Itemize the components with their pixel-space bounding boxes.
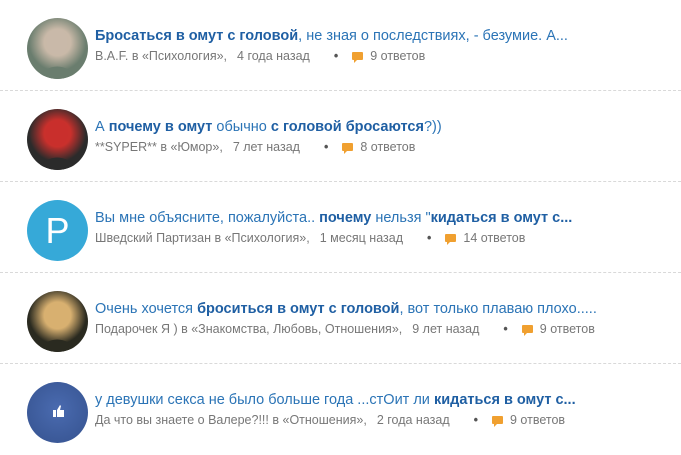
- question-meta: B.A.F. в «Психология», 4 года назад • 9 отв…: [95, 49, 425, 63]
- like-avatar-icon: [27, 382, 88, 443]
- user-photo-icon: [27, 18, 88, 79]
- title-highlight: кидаться в омут с...: [433, 392, 576, 408]
- category-link[interactable]: в «Знакомства, Любовь, Отношения»,: [181, 322, 402, 336]
- title-highlight: почему: [319, 210, 372, 226]
- question-title-link[interactable]: Очень хочется броситься в омут с головой…: [95, 300, 670, 318]
- question-meta: Шведский Партизан в «Психология», 1 месяц…: [95, 231, 525, 245]
- comment-icon: [342, 143, 354, 154]
- answers-count-link[interactable]: 14 ответов: [463, 231, 525, 245]
- question-meta: Подарочек Я ) в «Знакомства, Любовь, Отн…: [95, 322, 595, 336]
- question-meta: Да что вы знаете о Валере?!!! в «Отношен…: [95, 413, 565, 427]
- question-meta: **SYPER** в «Юмор», 7 лет назад • 8 ответов: [95, 140, 415, 154]
- timestamp: 1 месяц назад: [319, 231, 404, 245]
- avatar[interactable]: [27, 18, 88, 79]
- title-text: ?)): [423, 119, 442, 135]
- title-text: А: [95, 119, 109, 135]
- title-highlight: с головой бросаются: [270, 119, 424, 135]
- avatar[interactable]: [27, 291, 88, 352]
- title-text: нельзя ": [371, 210, 431, 226]
- avatar[interactable]: P: [27, 200, 88, 261]
- separator-dot: •: [333, 49, 339, 63]
- category-link[interactable]: в «Юмор»,: [160, 140, 222, 154]
- title-text: Очень хочется: [95, 301, 198, 317]
- question-title-link[interactable]: А почему в омут обычно с головой бросают…: [95, 118, 670, 136]
- user-photo-icon: [27, 109, 88, 170]
- avatar[interactable]: [27, 382, 88, 443]
- separator-dot: •: [427, 231, 432, 245]
- answers-count-link[interactable]: 9 ответов: [540, 322, 595, 336]
- title-text: у девушки секса не было больше года ...с…: [95, 392, 434, 408]
- answers-count-link[interactable]: 9 ответов: [370, 49, 425, 63]
- category-link[interactable]: в «Отношения»,: [272, 413, 366, 427]
- timestamp: 2 года назад: [376, 413, 450, 427]
- list-item: Очень хочется броситься в омут с головой…: [0, 273, 681, 364]
- question-title-link[interactable]: у девушки секса не было больше года ...с…: [95, 391, 670, 409]
- category-link[interactable]: в «Психология»,: [214, 231, 309, 245]
- question-title-link[interactable]: Вы мне объясните, пожалуйста.. почему не…: [95, 209, 670, 227]
- timestamp: 7 лет назад: [232, 140, 300, 154]
- comment-icon: [445, 234, 457, 245]
- answers-count-link[interactable]: 9 ответов: [510, 413, 565, 427]
- title-text: , не зная о последствиях, - безумие. А..…: [298, 28, 568, 44]
- comment-icon: [492, 416, 503, 427]
- timestamp: 9 лет назад: [412, 322, 480, 336]
- title-highlight: кидаться в омут с...: [430, 210, 573, 226]
- timestamp: 4 года назад: [237, 49, 310, 63]
- answers-count-link[interactable]: 8 ответов: [360, 140, 415, 154]
- question-list: Бросаться в омут с головой, не зная о по…: [0, 0, 681, 455]
- avatar[interactable]: [27, 109, 88, 170]
- author-link[interactable]: Подарочек Я ): [95, 322, 178, 336]
- title-highlight: броситься в омут с головой: [197, 301, 400, 317]
- list-item: P Вы мне объясните, пожалуйста.. почему н…: [0, 182, 681, 273]
- letter-avatar-icon: P: [45, 209, 70, 251]
- comment-icon: [521, 325, 533, 336]
- list-item: у девушки секса не было больше года ...с…: [0, 364, 681, 455]
- comment-icon: [352, 52, 364, 63]
- author-link[interactable]: Шведский Партизан: [95, 231, 211, 245]
- title-text: , вот только плаваю плохо.....: [399, 301, 597, 317]
- separator-dot: •: [473, 413, 478, 427]
- list-item: А почему в омут обычно с головой бросают…: [0, 91, 681, 182]
- title-text: обычно: [212, 119, 271, 135]
- author-link[interactable]: **SYPER**: [95, 140, 157, 154]
- title-highlight: Бросаться в омут с головой: [95, 28, 299, 44]
- user-photo-icon: [27, 291, 88, 352]
- separator-dot: •: [323, 140, 329, 154]
- separator-dot: •: [503, 322, 508, 336]
- category-link[interactable]: в «Психология»,: [132, 49, 227, 63]
- author-link[interactable]: B.A.F.: [95, 49, 128, 63]
- author-link[interactable]: Да что вы знаете о Валере?!!!: [95, 413, 269, 427]
- list-item: Бросаться в омут с головой, не зная о по…: [0, 0, 681, 91]
- question-title-link[interactable]: Бросаться в омут с головой, не зная о по…: [95, 27, 670, 45]
- title-highlight: почему в омут: [108, 119, 213, 135]
- title-text: Вы мне объясните, пожалуйста..: [95, 210, 320, 226]
